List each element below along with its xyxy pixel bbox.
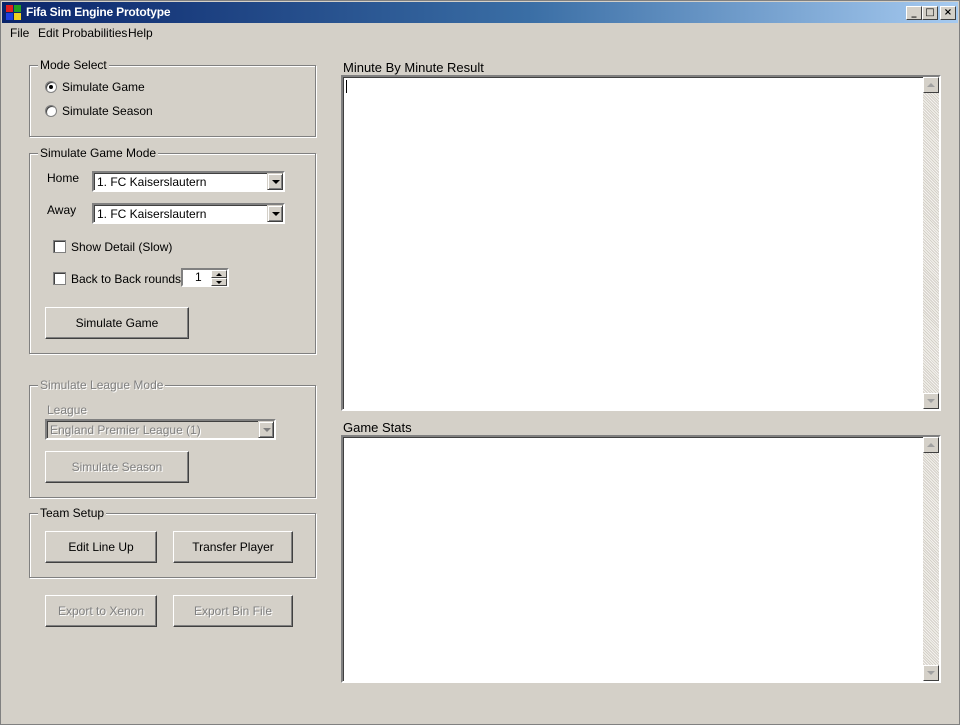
scroll-up-icon[interactable]: [923, 437, 939, 453]
league-label: League: [47, 403, 88, 417]
team-setup-title: Team Setup: [38, 506, 107, 520]
export-to-xenon-button[interactable]: Export to Xenon: [45, 595, 157, 627]
main-window: Fifa Sim Engine Prototype _ □ × File Edi…: [0, 0, 960, 725]
stats-scrollbar[interactable]: [923, 437, 939, 681]
chevron-down-icon[interactable]: [267, 173, 283, 190]
minute-by-minute-textarea[interactable]: [341, 75, 941, 411]
game-stats-title: Game Stats: [343, 420, 412, 435]
app-icon: [6, 5, 22, 21]
league-select[interactable]: England Premier League (1): [45, 419, 276, 440]
simulate-season-button[interactable]: Simulate Season: [45, 451, 189, 483]
close-button[interactable]: ×: [940, 6, 956, 20]
simulate-game-mode-title: Simulate Game Mode: [38, 146, 159, 160]
away-label: Away: [47, 203, 77, 217]
simulate-game-radio-label: Simulate Game: [62, 80, 145, 94]
title-bar[interactable]: Fifa Sim Engine Prototype _ □ ×: [2, 2, 958, 23]
back-to-back-checkbox[interactable]: [53, 272, 66, 285]
menu-help[interactable]: Help: [128, 26, 153, 40]
menu-file[interactable]: File: [10, 26, 29, 40]
simulate-season-radio-label: Simulate Season: [62, 104, 153, 118]
mode-select-title: Mode Select: [38, 58, 109, 72]
text-caret: [346, 80, 347, 93]
maximize-button[interactable]: □: [922, 6, 938, 20]
scroll-up-icon[interactable]: [923, 77, 939, 93]
transfer-player-button[interactable]: Transfer Player: [173, 531, 293, 563]
scroll-down-icon[interactable]: [923, 665, 939, 681]
rounds-value: 1: [195, 270, 202, 284]
minimize-button[interactable]: _: [906, 6, 922, 20]
home-team-value: 1. FC Kaiserslautern: [97, 175, 207, 189]
simulate-season-radio[interactable]: [45, 105, 57, 117]
scroll-down-icon[interactable]: [923, 393, 939, 409]
stepper-up-icon[interactable]: [211, 270, 227, 278]
back-to-back-label: Back to Back rounds: [71, 272, 182, 286]
game-stats-textarea[interactable]: [341, 435, 941, 683]
rounds-stepper[interactable]: 1: [181, 268, 229, 287]
show-detail-label: Show Detail (Slow): [71, 240, 173, 254]
chevron-down-icon[interactable]: [267, 205, 283, 222]
simulate-league-mode-title: Simulate League Mode: [38, 378, 166, 392]
home-team-select[interactable]: 1. FC Kaiserslautern: [92, 171, 285, 192]
minute-scrollbar[interactable]: [923, 77, 939, 409]
stepper-down-icon[interactable]: [211, 278, 227, 286]
minute-by-minute-title: Minute By Minute Result: [343, 60, 484, 75]
window-title: Fifa Sim Engine Prototype: [26, 5, 171, 19]
mode-select-group: Mode Select: [29, 58, 316, 137]
away-team-value: 1. FC Kaiserslautern: [97, 207, 207, 221]
menu-edit-probabilities[interactable]: Edit Probabilities: [38, 26, 127, 40]
edit-line-up-button[interactable]: Edit Line Up: [45, 531, 157, 563]
export-bin-file-button[interactable]: Export Bin File: [173, 595, 293, 627]
away-team-select[interactable]: 1. FC Kaiserslautern: [92, 203, 285, 224]
show-detail-checkbox[interactable]: [53, 240, 66, 253]
league-value: England Premier League (1): [50, 423, 201, 437]
simulate-game-button[interactable]: Simulate Game: [45, 307, 189, 339]
simulate-game-radio[interactable]: [45, 81, 57, 93]
menu-bar: File Edit Probabilities Help: [2, 23, 958, 43]
home-label: Home: [47, 171, 80, 185]
chevron-down-icon[interactable]: [258, 421, 274, 438]
